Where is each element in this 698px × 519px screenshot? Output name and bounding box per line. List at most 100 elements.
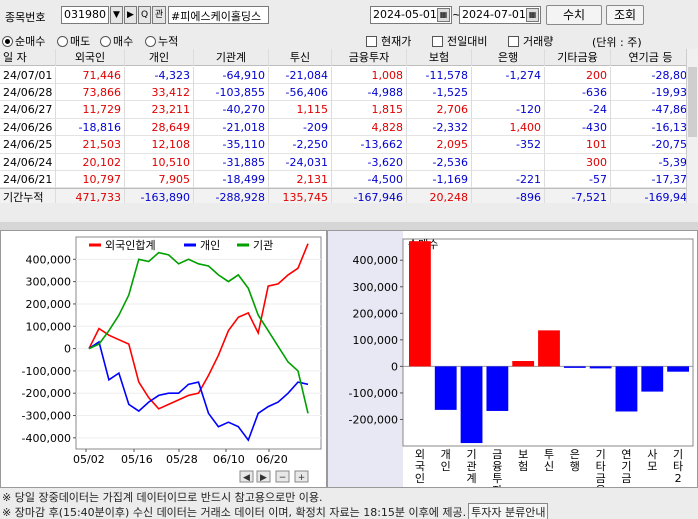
- radio-cumulative[interactable]: 누적: [145, 33, 178, 49]
- line-chart: 400,000 300,000 200,000 100,000 0 -100,000 -20…: [22, 236, 322, 483]
- value-cell: -64,910: [194, 66, 269, 84]
- date-from-input[interactable]: 2024-05-01 ▦: [370, 6, 452, 24]
- value-cell: -2,332: [407, 118, 472, 136]
- value-cell: 2,131: [269, 171, 332, 188]
- value-cell: 1,115: [269, 101, 332, 119]
- value-cell: -17,37: [611, 171, 686, 188]
- value-cell: -57: [545, 171, 611, 188]
- investor-table: 일 자 외국인 개인 기관계 투신 금융투자 보험 은행 기타금융 연기금 등 24/07/01 71…: [0, 49, 686, 203]
- value-cell: -2,250: [269, 136, 332, 154]
- value-cell: -11,578: [407, 66, 472, 84]
- inquire-button[interactable]: 조회: [606, 5, 644, 25]
- value-cell: 2,095: [407, 136, 472, 154]
- x-tick-label: 05/28: [166, 453, 198, 466]
- code-next-button[interactable]: ▶: [124, 6, 137, 24]
- radio-label: 누적: [158, 35, 179, 48]
- note-line-2-text: ※ 장마감 후(15:40분이후) 수신 데이터는 거래소 데이터 이며, 확정…: [2, 506, 467, 519]
- bar-5: [538, 330, 560, 367]
- value-cell: 135,745: [269, 189, 332, 203]
- legend-label: 기관: [253, 239, 273, 252]
- date-cell: 기간누적: [0, 189, 56, 203]
- toolbar: 종목번호 031980 ▼ ▶ Q 관 #피에스케이홀딩스 2024-05-01…: [0, 0, 698, 30]
- value-cell: -21,018: [194, 118, 269, 136]
- date-cell: 24/06/24: [0, 153, 56, 171]
- table-header[interactable]: 일 자 외국인 개인 기관계 투신 금융투자 보험 은행 기타금융 연기금 등: [0, 49, 686, 67]
- value-cell: -103,855: [194, 84, 269, 101]
- date-to-input[interactable]: 2024-07-01 ▦: [459, 6, 541, 24]
- y-tick-label: -300,000: [22, 410, 71, 423]
- value-cell: -28,80: [611, 67, 686, 84]
- radio-sell[interactable]: 매도: [57, 33, 90, 49]
- checkbox: [432, 35, 443, 47]
- value-cell: -352: [472, 136, 545, 154]
- value-cell: 20,248: [407, 189, 472, 203]
- legend-label: 개인: [200, 239, 220, 252]
- value-cell: -1,274: [472, 66, 545, 84]
- category-char: 행: [570, 460, 580, 473]
- value-cell: 20,102: [56, 153, 125, 171]
- category-label: 외국인: [415, 448, 425, 485]
- value-cell: -31,885: [194, 153, 269, 171]
- value-cell: -4,323: [125, 66, 194, 84]
- value-cell: 73,866: [56, 84, 125, 101]
- scrollbar-thumb[interactable]: [688, 67, 697, 137]
- bar-1: [434, 366, 457, 410]
- table-row[interactable]: 24/06/24 20,102 10,510 -31,885 -24,031 -3,620…: [0, 153, 686, 171]
- table-row[interactable]: 24/06/26 -18,816 28,649 -21,018 -209 4,828 -2,…: [0, 118, 686, 137]
- date-cell: 24/06/27: [0, 101, 56, 119]
- table-row[interactable]: 24/06/21 10,797 7,905 -18,499 2,131 -4,500 -1,…: [0, 171, 686, 189]
- date-to-value: 2024-07-01: [462, 8, 526, 21]
- radio-buy[interactable]: 매수: [100, 33, 133, 49]
- table-scrollbar[interactable]: [686, 49, 698, 203]
- related-button[interactable]: 관: [152, 6, 166, 24]
- value-cell: -18,499: [194, 171, 269, 188]
- value-cell: -24,031: [269, 153, 332, 171]
- value-cell: -430: [545, 118, 611, 136]
- y-tick-label: 300,000: [26, 276, 72, 289]
- value-cell: 11,729: [56, 101, 125, 119]
- y-tick-label: -200,000: [22, 387, 71, 400]
- category-char: 인: [441, 460, 451, 473]
- value-cell: -16,13: [611, 119, 686, 136]
- date-cell: 24/06/25: [0, 136, 56, 154]
- radio-label: 매수: [113, 35, 134, 48]
- category-label: 기타금융: [596, 448, 606, 487]
- stock-name-field[interactable]: #피에스케이홀딩스: [168, 6, 269, 24]
- y-tick-label: 200,000: [26, 298, 72, 311]
- table-row[interactable]: 24/06/27 11,729 23,211 -40,270 1,115 1,815 2,7…: [0, 101, 686, 119]
- code-dropdown-button[interactable]: ▼: [110, 6, 123, 24]
- value-cell: -5,39: [611, 154, 686, 171]
- y-tick-label: 400,000: [353, 254, 399, 267]
- value-cell: 1,400: [472, 118, 545, 136]
- radio-dot: [57, 35, 68, 47]
- value-cell: 23,211: [125, 101, 194, 119]
- x-tick-label: 06/10: [213, 453, 245, 466]
- category-char: 2: [675, 472, 682, 485]
- y-tick-label: -100,000: [22, 365, 71, 378]
- bar-2: [460, 366, 483, 444]
- investor-class-button[interactable]: 투자자 분류안내: [468, 503, 549, 519]
- check-volume[interactable]: 거래량: [508, 33, 553, 49]
- check-current-price[interactable]: 현재가: [366, 33, 411, 49]
- value-cell: -21,084: [269, 66, 332, 84]
- table-row[interactable]: 24/07/01 71,446 -4,323 -64,910 -21,084 1,008-…: [0, 66, 686, 84]
- check-change[interactable]: 전일대비: [432, 33, 487, 49]
- y-tick-label: 400,000: [26, 253, 72, 266]
- category-char: 인: [415, 472, 425, 485]
- calendar-icon[interactable]: ▦: [526, 8, 539, 22]
- stock-code-input[interactable]: 031980: [61, 6, 109, 24]
- table-row[interactable]: 24/06/28 73,866 33,412 -103,855 -56,406 -4,98…: [0, 84, 686, 102]
- value-cell: -163,890: [125, 189, 194, 203]
- zoom-in-icon-glyph: +: [298, 473, 306, 483]
- value-button[interactable]: 수치: [546, 5, 602, 25]
- calendar-icon[interactable]: ▦: [437, 8, 450, 22]
- panel-splitter[interactable]: [0, 222, 698, 230]
- search-icon[interactable]: Q: [138, 6, 151, 24]
- table-row[interactable]: 24/06/25 21,503 12,108 -35,110 -2,250 -13,662…: [0, 136, 686, 154]
- value-cell: -18,816: [56, 118, 125, 136]
- radio-net-buy[interactable]: 순매수: [2, 33, 45, 49]
- category-char: 금: [621, 472, 631, 485]
- summary-row[interactable]: 기간누적 471,733 -163,890 -288,928 135,745 -167,9…: [0, 188, 686, 203]
- value-cell: -35,110: [194, 136, 269, 154]
- category-label: 사모: [647, 448, 657, 473]
